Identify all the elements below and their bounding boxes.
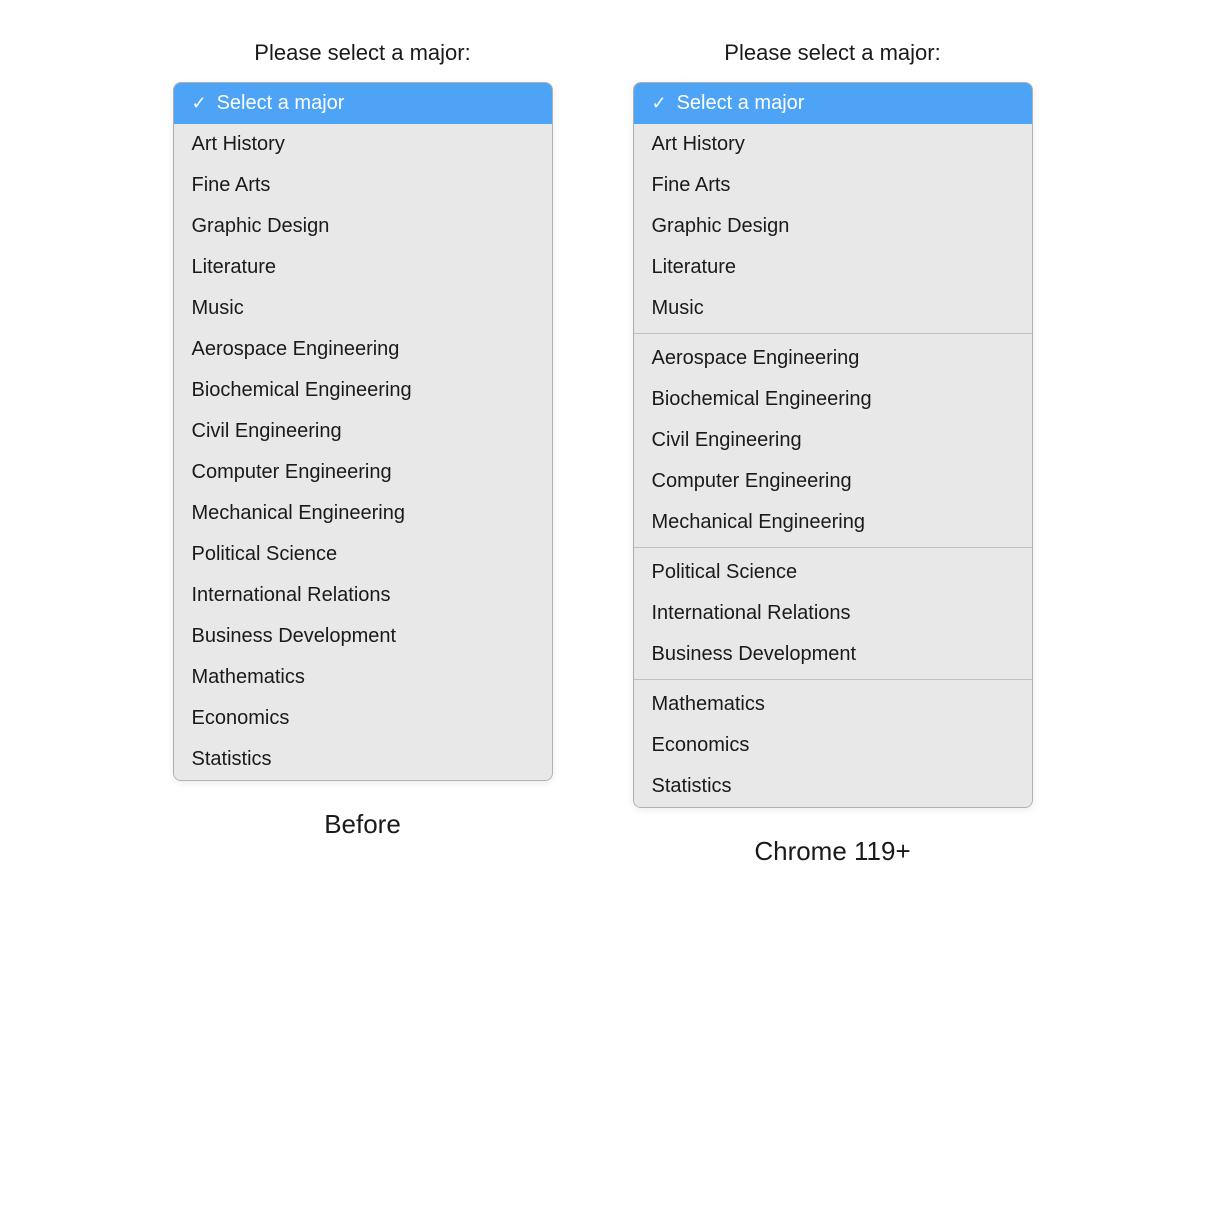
before-option-label-statistics: Statistics xyxy=(192,748,272,771)
before-option-label-computer-engineering: Computer Engineering xyxy=(192,461,392,484)
before-option-civil-engineering[interactable]: Civil Engineering xyxy=(174,411,552,452)
before-option-label-mechanical-engineering: Mechanical Engineering xyxy=(192,502,405,525)
before-option-label-art-history: Art History xyxy=(192,133,285,156)
chrome-option-select-major[interactable]: ✓ Select a major xyxy=(634,83,1032,124)
before-option-graphic-design[interactable]: Graphic Design xyxy=(174,206,552,247)
before-option-biochemical-engineering[interactable]: Biochemical Engineering xyxy=(174,370,552,411)
before-option-label-music: Music xyxy=(192,297,244,320)
before-option-label-fine-arts: Fine Arts xyxy=(192,174,271,197)
before-option-international-relations[interactable]: International Relations xyxy=(174,575,552,616)
before-option-label-graphic-design: Graphic Design xyxy=(192,215,330,238)
chrome-option-label-art-history: Art History xyxy=(652,133,745,156)
chrome-option-label-mathematics: Mathematics xyxy=(652,693,765,716)
chrome-option-aerospace-engineering[interactable]: Aerospace Engineering xyxy=(634,338,1032,379)
chrome-option-label-select-major: Select a major xyxy=(677,92,805,115)
before-option-label-aerospace-engineering: Aerospace Engineering xyxy=(192,338,400,361)
before-option-label-mathematics: Mathematics xyxy=(192,666,305,689)
chrome-option-label-economics: Economics xyxy=(652,734,750,757)
chrome-option-label-graphic-design: Graphic Design xyxy=(652,215,790,238)
chrome-option-economics[interactable]: Economics xyxy=(634,725,1032,766)
chrome-option-label-civil-engineering: Civil Engineering xyxy=(652,429,802,452)
before-option-statistics[interactable]: Statistics xyxy=(174,739,552,780)
chrome-option-political-science[interactable]: Political Science xyxy=(634,552,1032,593)
chrome-option-art-history[interactable]: Art History xyxy=(634,124,1032,165)
chrome-option-label-business-development: Business Development xyxy=(652,643,857,666)
chrome-option-fine-arts[interactable]: Fine Arts xyxy=(634,165,1032,206)
before-option-label-international-relations: International Relations xyxy=(192,584,391,607)
before-caption: Before xyxy=(173,809,553,840)
before-option-economics[interactable]: Economics xyxy=(174,698,552,739)
before-option-business-development[interactable]: Business Development xyxy=(174,616,552,657)
before-option-label-civil-engineering: Civil Engineering xyxy=(192,420,342,443)
chrome-option-international-relations[interactable]: International Relations xyxy=(634,593,1032,634)
chrome-option-label-literature: Literature xyxy=(652,256,737,279)
chrome-option-mathematics[interactable]: Mathematics xyxy=(634,684,1032,725)
before-option-label-literature: Literature xyxy=(192,256,277,279)
chrome-option-label-music: Music xyxy=(652,297,704,320)
chrome-option-statistics[interactable]: Statistics xyxy=(634,766,1032,807)
before-option-computer-engineering[interactable]: Computer Engineering xyxy=(174,452,552,493)
chrome-label: Please select a major: xyxy=(633,40,1033,66)
chrome-option-label-mechanical-engineering: Mechanical Engineering xyxy=(652,511,865,534)
before-dropdown[interactable]: ✓ Select a major Art History Fine Arts G… xyxy=(173,82,553,781)
before-label: Please select a major: xyxy=(173,40,553,66)
before-option-label-biochemical-engineering: Biochemical Engineering xyxy=(192,379,412,402)
chrome-option-mechanical-engineering[interactable]: Mechanical Engineering xyxy=(634,502,1032,543)
before-option-label-economics: Economics xyxy=(192,707,290,730)
chrome-option-civil-engineering[interactable]: Civil Engineering xyxy=(634,420,1032,461)
chrome-option-label-political-science: Political Science xyxy=(652,561,798,584)
chrome-option-music[interactable]: Music xyxy=(634,288,1032,329)
checkmark-icon: ✓ xyxy=(192,93,207,114)
chrome-option-label-statistics: Statistics xyxy=(652,775,732,798)
before-option-art-history[interactable]: Art History xyxy=(174,124,552,165)
chrome-checkmark-icon: ✓ xyxy=(652,93,667,114)
before-option-label-political-science: Political Science xyxy=(192,543,338,566)
before-option-literature[interactable]: Literature xyxy=(174,247,552,288)
divider-social-stem xyxy=(634,679,1032,680)
before-option-mathematics[interactable]: Mathematics xyxy=(174,657,552,698)
before-option-label-business-development: Business Development xyxy=(192,625,397,648)
chrome-option-graphic-design[interactable]: Graphic Design xyxy=(634,206,1032,247)
chrome-option-label-fine-arts: Fine Arts xyxy=(652,174,731,197)
divider-engineering-social xyxy=(634,547,1032,548)
before-option-aerospace-engineering[interactable]: Aerospace Engineering xyxy=(174,329,552,370)
before-option-fine-arts[interactable]: Fine Arts xyxy=(174,165,552,206)
divider-arts-engineering xyxy=(634,333,1032,334)
before-option-political-science[interactable]: Political Science xyxy=(174,534,552,575)
chrome-option-label-aerospace-engineering: Aerospace Engineering xyxy=(652,347,860,370)
chrome-option-biochemical-engineering[interactable]: Biochemical Engineering xyxy=(634,379,1032,420)
chrome-caption: Chrome 119+ xyxy=(633,836,1033,867)
chrome-panel: Please select a major: ✓ Select a major … xyxy=(633,40,1033,867)
before-option-music[interactable]: Music xyxy=(174,288,552,329)
chrome-option-label-biochemical-engineering: Biochemical Engineering xyxy=(652,388,872,411)
chrome-option-label-international-relations: International Relations xyxy=(652,602,851,625)
chrome-option-computer-engineering[interactable]: Computer Engineering xyxy=(634,461,1032,502)
before-panel: Please select a major: ✓ Select a major … xyxy=(173,40,553,840)
before-option-select-major[interactable]: ✓ Select a major xyxy=(174,83,552,124)
main-container: Please select a major: ✓ Select a major … xyxy=(20,40,1185,867)
chrome-dropdown[interactable]: ✓ Select a major Art History Fine Arts G… xyxy=(633,82,1033,808)
before-option-label-select-major: Select a major xyxy=(217,92,345,115)
chrome-option-literature[interactable]: Literature xyxy=(634,247,1032,288)
chrome-option-label-computer-engineering: Computer Engineering xyxy=(652,470,852,493)
chrome-option-business-development[interactable]: Business Development xyxy=(634,634,1032,675)
before-option-mechanical-engineering[interactable]: Mechanical Engineering xyxy=(174,493,552,534)
